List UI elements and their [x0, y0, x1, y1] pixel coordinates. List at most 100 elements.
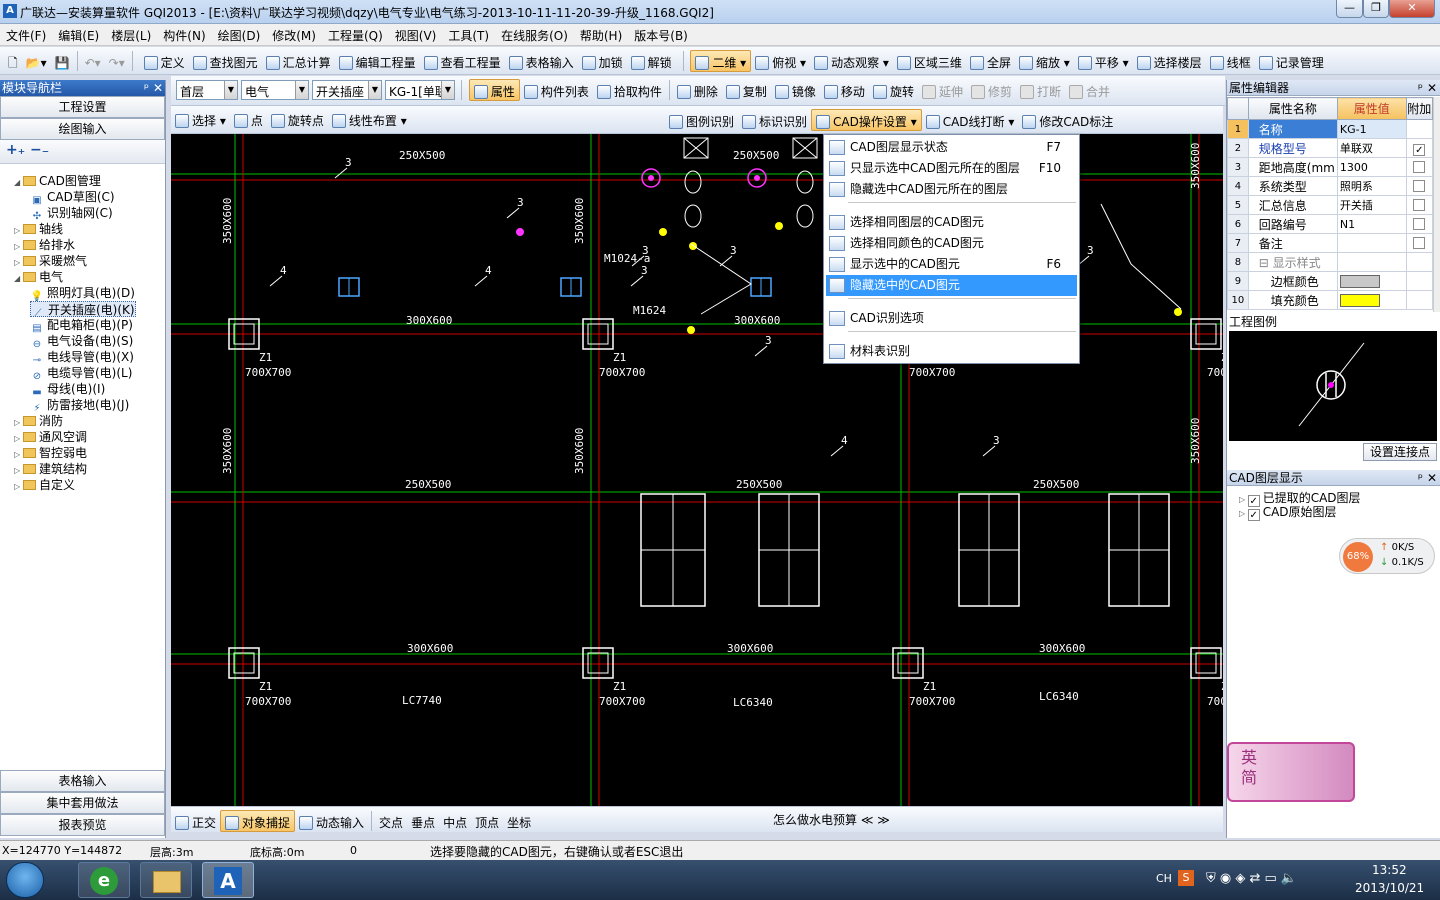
save-icon[interactable]: 💾: [51, 53, 74, 74]
property-row[interactable]: 8 ⊟ 显示样式: [1227, 252, 1434, 272]
discipline-select[interactable]: 电气 ▼: [241, 80, 309, 100]
tree-node[interactable]: ▷ 智控弱电: [14, 445, 87, 461]
language-indicator[interactable]: CH: [1156, 872, 1172, 885]
extra-checkbox[interactable]: [1413, 180, 1426, 192]
menu-item[interactable]: 楼层(L): [105, 24, 157, 44]
layer-item[interactable]: ▷ ✓ CAD原始图层: [1239, 503, 1337, 521]
tree-node[interactable]: ⚡ 防雷接地(电)(J): [30, 397, 129, 414]
ime-widget[interactable]: 英 简: [1227, 742, 1355, 802]
dropdown-item[interactable]: 只显示选中CAD图元所在的图层 F10: [826, 158, 1077, 179]
component-type-select[interactable]: 开关插座 ▼: [312, 80, 382, 100]
toolbar-button[interactable]: 选择楼层: [1133, 51, 1206, 73]
close-icon[interactable]: ✕: [153, 80, 163, 96]
tree-node[interactable]: ◢ 电气: [14, 269, 63, 285]
extra-checkbox[interactable]: [1413, 237, 1426, 249]
toolbar-button[interactable]: 俯视 ▾: [751, 51, 810, 73]
toolbar-button[interactable]: 拾取构件: [593, 80, 666, 102]
tree-node[interactable]: ◢ CAD图管理: [14, 173, 101, 189]
extra-checkbox[interactable]: [1413, 199, 1426, 211]
nav-button[interactable]: 工程设置: [0, 96, 165, 118]
help-link[interactable]: 怎么做水电预算 ≪ ≫: [773, 811, 890, 828]
toolbar-button[interactable]: CAD线打断 ▾: [922, 110, 1019, 132]
property-value[interactable]: KG-1: [1336, 119, 1407, 139]
pin-icon[interactable]: ᵖ: [144, 80, 149, 96]
close-icon[interactable]: ✕: [1427, 470, 1437, 486]
menu-item[interactable]: 构件(N): [157, 24, 211, 44]
nav-button[interactable]: 表格输入: [0, 770, 165, 792]
dropdown-item[interactable]: 选择相同图层的CAD图元: [826, 212, 1077, 233]
toolbar-button[interactable]: 汇总计算: [262, 51, 335, 73]
new-file-icon[interactable]: 🗋: [0, 51, 22, 73]
toolbar-button[interactable]: 属性: [468, 79, 520, 101]
border-color-swatch[interactable]: [1339, 274, 1380, 288]
menu-item[interactable]: 文件(F): [0, 24, 52, 44]
floor-select[interactable]: 首层 ▼: [176, 80, 238, 100]
toolbar-button[interactable]: 选择 ▾: [171, 109, 230, 131]
tree-node[interactable]: ▷ 建筑结构: [14, 461, 87, 477]
toolbar-button[interactable]: 对象捕捉: [220, 810, 296, 832]
tree-node[interactable]: ✣ 识别轴网(C): [30, 205, 113, 222]
toolbar-button[interactable]: 图例识别: [665, 110, 738, 132]
tree-node[interactable]: ▷ 轴线: [14, 221, 63, 237]
toolbar-button[interactable]: 修剪: [967, 80, 1016, 102]
toolbar-button[interactable]: 合并: [1065, 80, 1114, 102]
tree-node[interactable]: ▣ CAD草图(C): [30, 189, 114, 206]
extra-checkbox[interactable]: ✓: [1413, 144, 1426, 156]
snap-2[interactable]: 中点: [439, 811, 471, 833]
toolbar-button[interactable]: 二维 ▾: [690, 50, 752, 72]
menu-item[interactable]: 在线服务(O): [495, 24, 574, 44]
toolbar-button[interactable]: 修改CAD标注: [1018, 110, 1117, 132]
pin-icon[interactable]: ᵖ: [1418, 470, 1423, 486]
toolbar-button[interactable]: 加锁: [578, 51, 627, 73]
property-row[interactable]: 7 备注: [1227, 233, 1434, 253]
menu-item[interactable]: 视图(V): [389, 24, 443, 44]
dropdown-item[interactable]: 材料表识别: [826, 341, 1077, 362]
toolbar-button[interactable]: 查看工程量: [420, 51, 505, 73]
toolbar-button[interactable]: 线性布置 ▾: [328, 109, 411, 131]
collapse-all-icon[interactable]: −₋: [30, 142, 49, 158]
menu-item[interactable]: 版本号(B): [628, 24, 694, 44]
menu-item[interactable]: 修改(M): [266, 24, 322, 44]
toolbar-button[interactable]: 区域三维: [893, 51, 966, 73]
tree-node[interactable]: ▷ 采暖燃气: [14, 253, 87, 269]
toolbar-button[interactable]: 缩放 ▾: [1015, 51, 1074, 73]
menu-item[interactable]: 编辑(E): [52, 24, 105, 44]
toolbar-button[interactable]: 表格输入: [505, 51, 578, 73]
snap-0[interactable]: 交点: [375, 811, 407, 833]
taskbar-ie-icon[interactable]: e: [78, 862, 130, 898]
toolbar-button[interactable]: 移动: [820, 80, 869, 102]
taskbar-gqi-icon[interactable]: A: [202, 862, 254, 898]
toolbar-button[interactable]: 记录管理: [1255, 51, 1328, 73]
property-scrollbar[interactable]: [1433, 97, 1440, 312]
snap-3[interactable]: 顶点: [471, 811, 503, 833]
nav-button[interactable]: 绘图输入: [0, 118, 165, 140]
menu-item[interactable]: 工程量(Q): [322, 24, 389, 44]
nav-button[interactable]: 集中套用做法: [0, 792, 165, 814]
menu-item[interactable]: 工具(T): [442, 24, 495, 44]
tray-icons[interactable]: ⛨ ◉ ◈ ⇄ ▭ 🔈: [1206, 871, 1297, 886]
toolbar-button[interactable]: 动态观察 ▾: [810, 51, 893, 73]
tree-node[interactable]: ⟋ 开关插座(电)(K): [30, 301, 136, 319]
tree-node[interactable]: ▷ 消防: [14, 413, 63, 429]
extra-checkbox[interactable]: [1413, 218, 1426, 230]
tree-toggle-icon[interactable]: ◢: [14, 271, 23, 287]
toolbar-button[interactable]: 复制: [722, 80, 771, 102]
taskbar-folder-icon[interactable]: [140, 862, 192, 898]
dropdown-item[interactable]: CAD识别选项: [826, 308, 1077, 329]
property-row[interactable]: 1 名称 KG-1: [1227, 119, 1434, 139]
tree-toggle-icon[interactable]: ◢: [14, 175, 23, 191]
toolbar-button[interactable]: 线框: [1206, 51, 1255, 73]
tree-node[interactable]: ▷ 通风空调: [14, 429, 87, 445]
undo-icon[interactable]: ↶▾: [81, 53, 105, 74]
tree-node[interactable]: ⊘ 电缆导管(电)(L): [30, 365, 133, 382]
toolbar-button[interactable]: CAD操作设置 ▾: [811, 109, 922, 131]
toolbar-button[interactable]: 打断: [1016, 80, 1065, 102]
toolbar-button[interactable]: 平移 ▾: [1074, 51, 1133, 73]
maximize-button[interactable]: ❐: [1363, 0, 1389, 18]
tree-node[interactable]: 💡 照明灯具(电)(D): [30, 285, 135, 302]
property-value[interactable]: 开关插: [1336, 195, 1407, 215]
toolbar-button[interactable]: 旋转: [869, 80, 918, 102]
tree-node[interactable]: ⊸ 电线导管(电)(X): [30, 349, 134, 366]
snap-4[interactable]: 坐标: [503, 811, 535, 833]
toolbar-button[interactable]: 点: [230, 109, 267, 131]
